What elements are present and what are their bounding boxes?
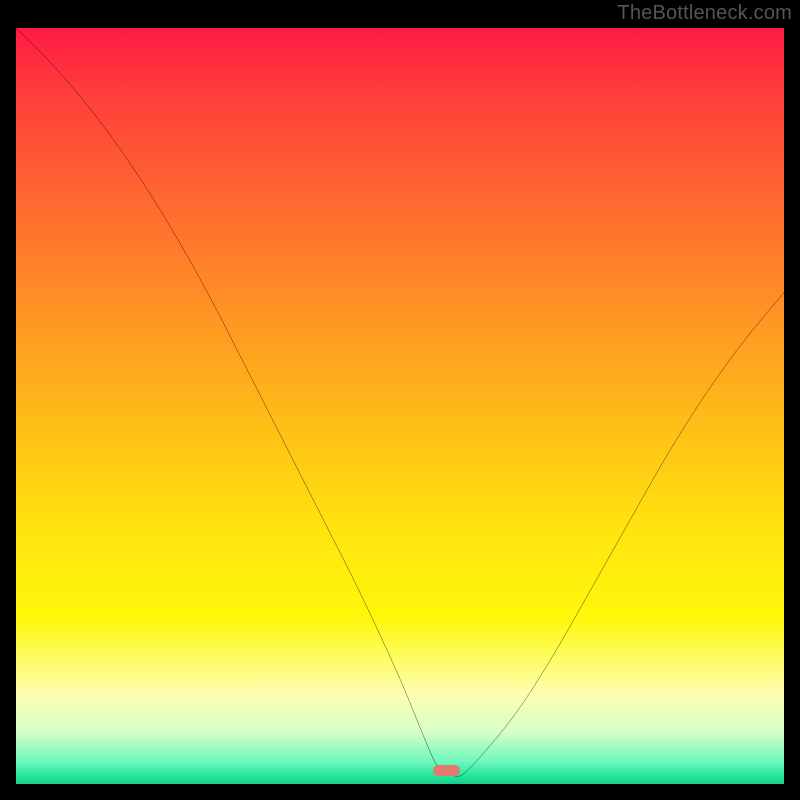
chart-frame: TheBottleneck.com xyxy=(0,0,800,800)
optimal-marker xyxy=(433,765,460,776)
bottleneck-curve xyxy=(16,28,784,784)
watermark-text: TheBottleneck.com xyxy=(617,2,792,25)
plot-area xyxy=(16,28,784,784)
